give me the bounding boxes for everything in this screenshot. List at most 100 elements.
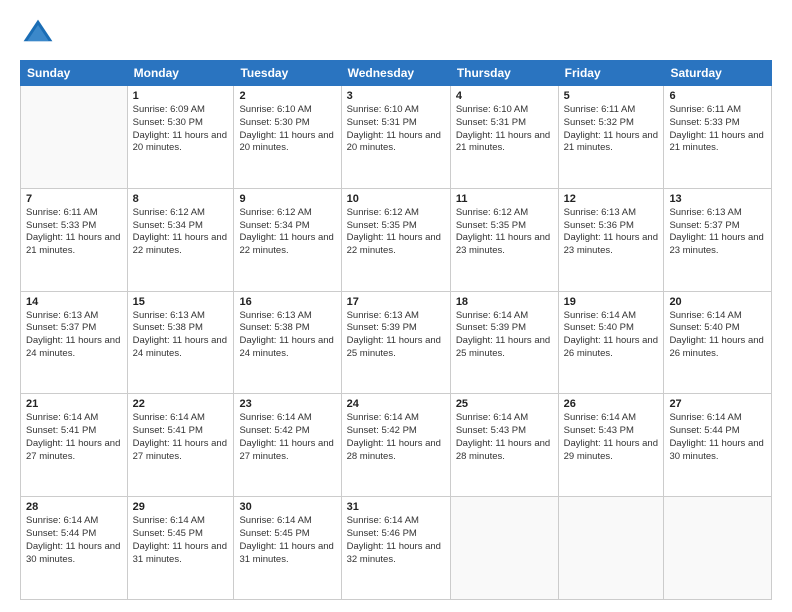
calendar-cell: 27Sunrise: 6:14 AM Sunset: 5:44 PM Dayli… [664, 394, 772, 497]
day-number: 11 [456, 193, 553, 205]
calendar-cell: 26Sunrise: 6:14 AM Sunset: 5:43 PM Dayli… [558, 394, 664, 497]
calendar-day-header: Wednesday [341, 61, 450, 86]
calendar-cell: 21 Sunrise: 6:14 AM Sunset: 5:41 PM Dayli… [21, 394, 128, 497]
calendar-week-row: 14 Sunrise: 6:13 AM Sunset: 5:37 PM Dayli… [21, 291, 772, 394]
calendar-cell: 12Sunrise: 6:13 AM Sunset: 5:36 PM Dayli… [558, 188, 664, 291]
day-info: Sunrise: 6:13 AM Sunset: 5:36 PM Dayligh… [564, 207, 659, 258]
day-number: 8 [133, 193, 229, 205]
day-info: Sunrise: 6:11 AM Sunset: 5:32 PM Dayligh… [564, 104, 659, 155]
day-info: Sunrise: 6:14 AM Sunset: 5:46 PM Dayligh… [347, 515, 445, 566]
calendar-cell: 9 Sunrise: 6:12 AM Sunset: 5:34 PM Daylig… [234, 188, 341, 291]
calendar-cell: 18 Sunrise: 6:14 AM Sunset: 5:39 PM Dayli… [450, 291, 558, 394]
day-info: Sunrise: 6:11 AM Sunset: 5:33 PM Dayligh… [26, 207, 122, 258]
day-info: Sunrise: 6:14 AM Sunset: 5:44 PM Dayligh… [669, 412, 766, 463]
calendar-week-row: 7 Sunrise: 6:11 AM Sunset: 5:33 PM Daylig… [21, 188, 772, 291]
calendar-cell: 19 Sunrise: 6:14 AM Sunset: 5:40 PM Dayli… [558, 291, 664, 394]
day-info: Sunrise: 6:10 AM Sunset: 5:31 PM Dayligh… [347, 104, 445, 155]
calendar-table: SundayMondayTuesdayWednesdayThursdayFrid… [20, 60, 772, 600]
day-info: Sunrise: 6:10 AM Sunset: 5:31 PM Dayligh… [456, 104, 553, 155]
calendar-body: 1 Sunrise: 6:09 AM Sunset: 5:30 PM Daylig… [21, 86, 772, 600]
day-number: 10 [347, 193, 445, 205]
logo-icon [20, 16, 56, 52]
day-info: Sunrise: 6:12 AM Sunset: 5:35 PM Dayligh… [347, 207, 445, 258]
day-number: 22 [133, 398, 229, 410]
day-info: Sunrise: 6:14 AM Sunset: 5:39 PM Dayligh… [456, 310, 553, 361]
day-info: Sunrise: 6:13 AM Sunset: 5:37 PM Dayligh… [26, 310, 122, 361]
day-number: 1 [133, 90, 229, 102]
day-number: 28 [26, 501, 122, 513]
day-info: Sunrise: 6:14 AM Sunset: 5:45 PM Dayligh… [133, 515, 229, 566]
day-number: 13 [669, 193, 766, 205]
calendar-cell: 20Sunrise: 6:14 AM Sunset: 5:40 PM Dayli… [664, 291, 772, 394]
calendar-cell: 8Sunrise: 6:12 AM Sunset: 5:34 PM Daylig… [127, 188, 234, 291]
calendar-header-row: SundayMondayTuesdayWednesdayThursdayFrid… [21, 61, 772, 86]
calendar-cell: 13 Sunrise: 6:13 AM Sunset: 5:37 PM Dayli… [664, 188, 772, 291]
calendar-day-header: Sunday [21, 61, 128, 86]
day-info: Sunrise: 6:14 AM Sunset: 5:40 PM Dayligh… [564, 310, 659, 361]
calendar-cell: 14 Sunrise: 6:13 AM Sunset: 5:37 PM Dayli… [21, 291, 128, 394]
day-number: 21 [26, 398, 122, 410]
day-number: 24 [347, 398, 445, 410]
calendar-cell: 7 Sunrise: 6:11 AM Sunset: 5:33 PM Daylig… [21, 188, 128, 291]
day-info: Sunrise: 6:14 AM Sunset: 5:45 PM Dayligh… [239, 515, 335, 566]
day-number: 31 [347, 501, 445, 513]
day-number: 18 [456, 296, 553, 308]
calendar-cell: 29 Sunrise: 6:14 AM Sunset: 5:45 PM Dayli… [127, 497, 234, 600]
day-number: 9 [239, 193, 335, 205]
header [20, 16, 772, 52]
calendar-day-header: Tuesday [234, 61, 341, 86]
day-info: Sunrise: 6:13 AM Sunset: 5:39 PM Dayligh… [347, 310, 445, 361]
day-info: Sunrise: 6:13 AM Sunset: 5:38 PM Dayligh… [239, 310, 335, 361]
calendar-cell: 24Sunrise: 6:14 AM Sunset: 5:42 PM Dayli… [341, 394, 450, 497]
calendar-cell: 11 Sunrise: 6:12 AM Sunset: 5:35 PM Dayli… [450, 188, 558, 291]
calendar-cell: 16 Sunrise: 6:13 AM Sunset: 5:38 PM Dayli… [234, 291, 341, 394]
calendar-cell: 25Sunrise: 6:14 AM Sunset: 5:43 PM Dayli… [450, 394, 558, 497]
calendar-cell: 6Sunrise: 6:11 AM Sunset: 5:33 PM Daylig… [664, 86, 772, 189]
day-number: 29 [133, 501, 229, 513]
calendar-cell: 2 Sunrise: 6:10 AM Sunset: 5:30 PM Daylig… [234, 86, 341, 189]
day-number: 19 [564, 296, 659, 308]
day-info: Sunrise: 6:11 AM Sunset: 5:33 PM Dayligh… [669, 104, 766, 155]
logo [20, 16, 60, 52]
calendar-cell: 5 Sunrise: 6:11 AM Sunset: 5:32 PM Daylig… [558, 86, 664, 189]
calendar-cell: 30 Sunrise: 6:14 AM Sunset: 5:45 PM Dayli… [234, 497, 341, 600]
calendar-cell: 17 Sunrise: 6:13 AM Sunset: 5:39 PM Dayli… [341, 291, 450, 394]
day-number: 2 [239, 90, 335, 102]
day-info: Sunrise: 6:14 AM Sunset: 5:44 PM Dayligh… [26, 515, 122, 566]
day-number: 14 [26, 296, 122, 308]
calendar-cell: 31 Sunrise: 6:14 AM Sunset: 5:46 PM Dayli… [341, 497, 450, 600]
calendar-week-row: 1 Sunrise: 6:09 AM Sunset: 5:30 PM Daylig… [21, 86, 772, 189]
calendar-cell: 28 Sunrise: 6:14 AM Sunset: 5:44 PM Dayli… [21, 497, 128, 600]
page: SundayMondayTuesdayWednesdayThursdayFrid… [0, 0, 792, 612]
calendar-week-row: 28 Sunrise: 6:14 AM Sunset: 5:44 PM Dayli… [21, 497, 772, 600]
calendar-cell [558, 497, 664, 600]
day-info: Sunrise: 6:12 AM Sunset: 5:35 PM Dayligh… [456, 207, 553, 258]
day-number: 15 [133, 296, 229, 308]
day-info: Sunrise: 6:09 AM Sunset: 5:30 PM Dayligh… [133, 104, 229, 155]
day-number: 16 [239, 296, 335, 308]
calendar-header: SundayMondayTuesdayWednesdayThursdayFrid… [21, 61, 772, 86]
day-info: Sunrise: 6:14 AM Sunset: 5:41 PM Dayligh… [133, 412, 229, 463]
day-info: Sunrise: 6:13 AM Sunset: 5:37 PM Dayligh… [669, 207, 766, 258]
day-number: 7 [26, 193, 122, 205]
calendar-day-header: Thursday [450, 61, 558, 86]
day-info: Sunrise: 6:14 AM Sunset: 5:41 PM Dayligh… [26, 412, 122, 463]
calendar-cell [664, 497, 772, 600]
calendar-day-header: Friday [558, 61, 664, 86]
day-info: Sunrise: 6:14 AM Sunset: 5:40 PM Dayligh… [669, 310, 766, 361]
day-info: Sunrise: 6:14 AM Sunset: 5:43 PM Dayligh… [456, 412, 553, 463]
calendar-cell: 15 Sunrise: 6:13 AM Sunset: 5:38 PM Dayli… [127, 291, 234, 394]
day-number: 30 [239, 501, 335, 513]
day-number: 17 [347, 296, 445, 308]
calendar-cell: 3Sunrise: 6:10 AM Sunset: 5:31 PM Daylig… [341, 86, 450, 189]
day-info: Sunrise: 6:12 AM Sunset: 5:34 PM Dayligh… [239, 207, 335, 258]
calendar-day-header: Monday [127, 61, 234, 86]
day-info: Sunrise: 6:10 AM Sunset: 5:30 PM Dayligh… [239, 104, 335, 155]
calendar-cell: 4Sunrise: 6:10 AM Sunset: 5:31 PM Daylig… [450, 86, 558, 189]
day-number: 26 [564, 398, 659, 410]
day-number: 5 [564, 90, 659, 102]
calendar-cell [21, 86, 128, 189]
day-info: Sunrise: 6:14 AM Sunset: 5:42 PM Dayligh… [239, 412, 335, 463]
day-info: Sunrise: 6:13 AM Sunset: 5:38 PM Dayligh… [133, 310, 229, 361]
calendar-cell: 22 Sunrise: 6:14 AM Sunset: 5:41 PM Dayli… [127, 394, 234, 497]
